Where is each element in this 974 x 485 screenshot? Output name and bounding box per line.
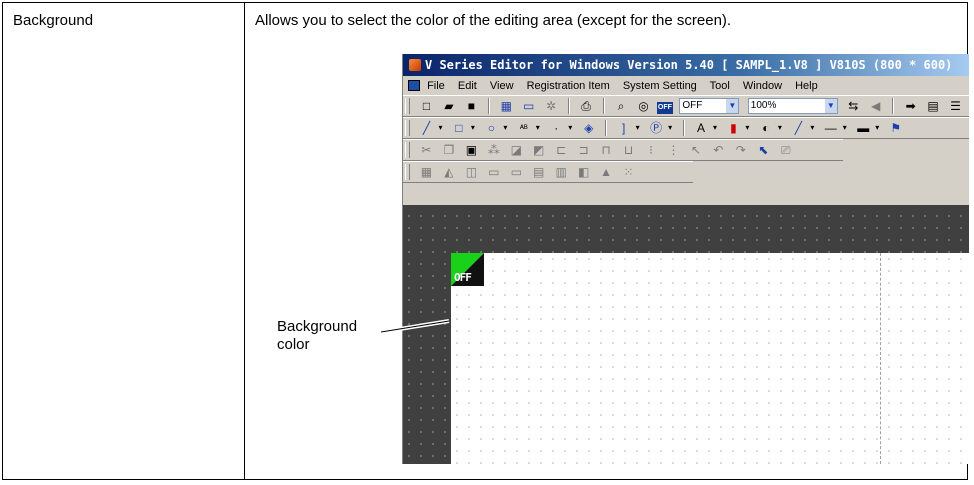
callout-leader-line [380, 319, 450, 334]
